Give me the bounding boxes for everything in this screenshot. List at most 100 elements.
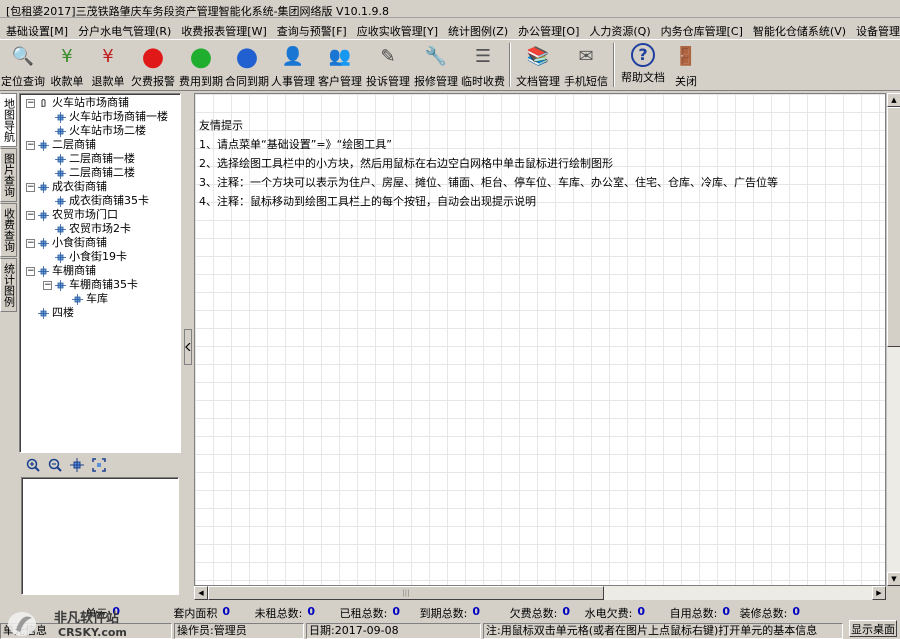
toolbar-button-3[interactable]: ● 欠费报警 [128,41,178,89]
grid-node-icon [55,125,66,137]
status-bar: 单元信息 操作员:管理员 日期:2017-09-08 注:用鼠标双击单元格(或者… [0,623,900,639]
tree-expander-icon[interactable]: − [26,238,35,248]
toolbar: 🔍 定位查询 ¥ 收款单 ¥ 退款单 ● 欠费报警 ● 费用到期 ● 合同到期 👤 人事管理 👥 客户管理 ✎ 投… [0,41,900,91]
menu-item-9[interactable]: 智能化仓储系统(V) [747,21,850,39]
menu-item-7[interactable]: 人力资源(Q) [583,21,654,39]
side-tab-3[interactable]: 统计图例 [0,258,17,312]
toolbar-button-8[interactable]: ✎ 投诉管理 [364,41,412,89]
tree-node[interactable]: 小食街19卡 [20,250,180,264]
menu-item-6[interactable]: 办公管理[O] [512,21,583,39]
tree-node-label: 小食街19卡 [69,250,127,263]
toolbar-button-2[interactable]: ¥ 退款单 [88,41,128,89]
menu-item-8[interactable]: 内务仓库管理[C] [655,21,747,39]
tree-node[interactable]: − 小食街商铺 [20,236,180,250]
tree-expander-icon[interactable]: − [26,140,35,150]
collapse-left-icon[interactable] [184,329,192,365]
side-tab-0[interactable]: 地图导航 [0,93,17,147]
vertical-scrollbar[interactable]: ▲ ▼ [886,93,900,586]
tree-node[interactable]: − 车棚商铺35卡 [20,278,180,292]
tree-node[interactable]: − 农贸市场门口 [20,208,180,222]
menu-item-1[interactable]: 分户水电气管理(R) [72,21,175,39]
menu-item-2[interactable]: 收费报表管理[W] [175,21,270,39]
menu-item-10[interactable]: 设备管理(I) [850,21,900,39]
scroll-up-icon[interactable]: ▲ [887,93,900,107]
toolbar-button-6[interactable]: 👤 人事管理 [270,41,316,89]
drawing-canvas[interactable]: 友情提示 1、请点菜单“基础设置”=》“绘图工具” 2、选择绘图工具栏中的小方块，然… [194,93,886,586]
stat-3: 已租总数: 0 [315,605,400,621]
vertical-scroll-thumb[interactable] [887,107,900,347]
scroll-right-icon[interactable]: ▶ [872,586,886,600]
menu-item-5[interactable]: 统计图例(Z) [442,21,512,39]
toolbar-button-4[interactable]: ● 费用到期 [178,41,224,89]
tree-node-label: 火车站市场二楼 [69,124,146,137]
tree-node[interactable]: 四楼 [20,306,180,320]
fit-view-icon[interactable] [89,457,109,473]
show-desktop-button[interactable]: 显示桌面 [849,620,897,637]
tree-node[interactable]: 车库 [20,292,180,306]
tree-expander-icon[interactable]: − [26,266,35,276]
tree-node[interactable]: − 成衣街商铺 [20,180,180,194]
toolbar-button-10[interactable]: ☰ 临时收费 [460,41,506,89]
temp-fee-icon: ☰ [474,46,492,67]
scroll-left-icon[interactable]: ◀ [194,586,208,600]
scroll-down-icon[interactable]: ▼ [887,572,900,586]
grid-node-icon [55,153,66,165]
tree-node[interactable]: − 火车站市场商铺 [20,96,180,110]
toolbar-button-13[interactable]: ? 帮助文档 [618,41,668,89]
stat-label: 单元 [85,607,108,620]
toolbar-button-label: 文档管理 [516,75,560,88]
tree-node-label: 二层商铺 [52,138,96,151]
menu-item-0[interactable]: 基础设置[M] [0,21,72,39]
tree-node[interactable]: − 车棚商铺 [20,264,180,278]
tree-node[interactable]: − 二层商铺 [20,138,180,152]
toolbar-button-14[interactable]: 🚪 关闭 [668,41,704,89]
toolbar-button-1[interactable]: ¥ 收款单 [46,41,88,89]
tree-node[interactable]: 火车站市场商铺一楼 [20,110,180,124]
toolbar-separator [613,43,615,87]
zoom-out-icon[interactable] [45,457,65,473]
horizontal-scrollbar[interactable]: ◀ ||| ▶ [194,586,886,600]
tree-node[interactable]: 火车站市场二楼 [20,124,180,138]
stat-value: 0 [392,605,400,618]
tree-node[interactable]: 二层商铺一楼 [20,152,180,166]
horizontal-scroll-thumb[interactable]: ||| [208,586,604,600]
toolbar-button-11[interactable]: 📚 文档管理 [514,41,562,89]
tree-expander-icon[interactable]: − [26,182,35,192]
minimap-panel[interactable] [21,477,179,595]
tree-expander-icon[interactable]: − [26,98,35,108]
toolbar-button-0[interactable]: 🔍 定位查询 [0,41,46,89]
side-tab-1[interactable]: 图片查询 [0,148,17,202]
toolbar-button-9[interactable]: 🔧 报修管理 [412,41,460,89]
side-tab-2[interactable]: 收费查询 [0,203,17,257]
side-tabs: 地图导航 图片查询 收费查询 统计图例 [0,93,18,603]
toolbar-button-5[interactable]: ● 合同到期 [224,41,270,89]
tip-line: 3、注释：一个方块可以表示为住户、房屋、摊位、铺面、柜台、停车位、车库、办公室、… [199,176,778,189]
location-tree[interactable]: − 火车站市场商铺 火车站市场商铺一楼 火车站市场二楼 − 二层商铺 二层商铺一楼 二层商铺二… [19,93,181,453]
toolbar-button-label: 合同到期 [225,75,269,88]
app-window: [包租婆2017]三茂铁路肇庆车务段资产管理智能化系统-集团网络版 V10.1.… [0,0,900,639]
magnifier-icon: 🔍 [11,46,35,67]
expand-all-icon[interactable] [67,457,87,473]
tree-node[interactable]: 成衣街商铺35卡 [20,194,180,208]
menu-item-4[interactable]: 应收实收管理[Y] [351,21,442,39]
tree-expander-icon[interactable]: − [43,280,52,290]
panel-splitter[interactable] [182,93,194,601]
toolbar-button-12[interactable]: ✉ 手机短信 [562,41,610,89]
people-icon: 👥 [328,46,352,67]
tree-expander-icon[interactable]: − [26,210,35,220]
toolbar-button-7[interactable]: 👥 客户管理 [316,41,364,89]
toolbar-button-label: 临时收费 [461,75,505,88]
refund-icon: ¥ [102,46,114,67]
tree-node-label: 四楼 [52,306,74,319]
zoom-in-icon[interactable] [23,457,43,473]
toolbar-button-label: 客户管理 [318,75,362,88]
stat-1: 套内面积 0 [120,605,230,621]
tree-node[interactable]: 农贸市场2卡 [20,222,180,236]
menu-item-3[interactable]: 查询与预警[F] [271,21,351,39]
grid-node-icon [55,279,66,291]
grid-node-icon [38,237,49,249]
tree-node-label: 小食街商铺 [52,236,107,249]
tree-node[interactable]: 二层商铺二楼 [20,166,180,180]
stat-label: 自用总数: [669,607,718,620]
stat-6: 水电欠费: 0 [570,605,645,621]
